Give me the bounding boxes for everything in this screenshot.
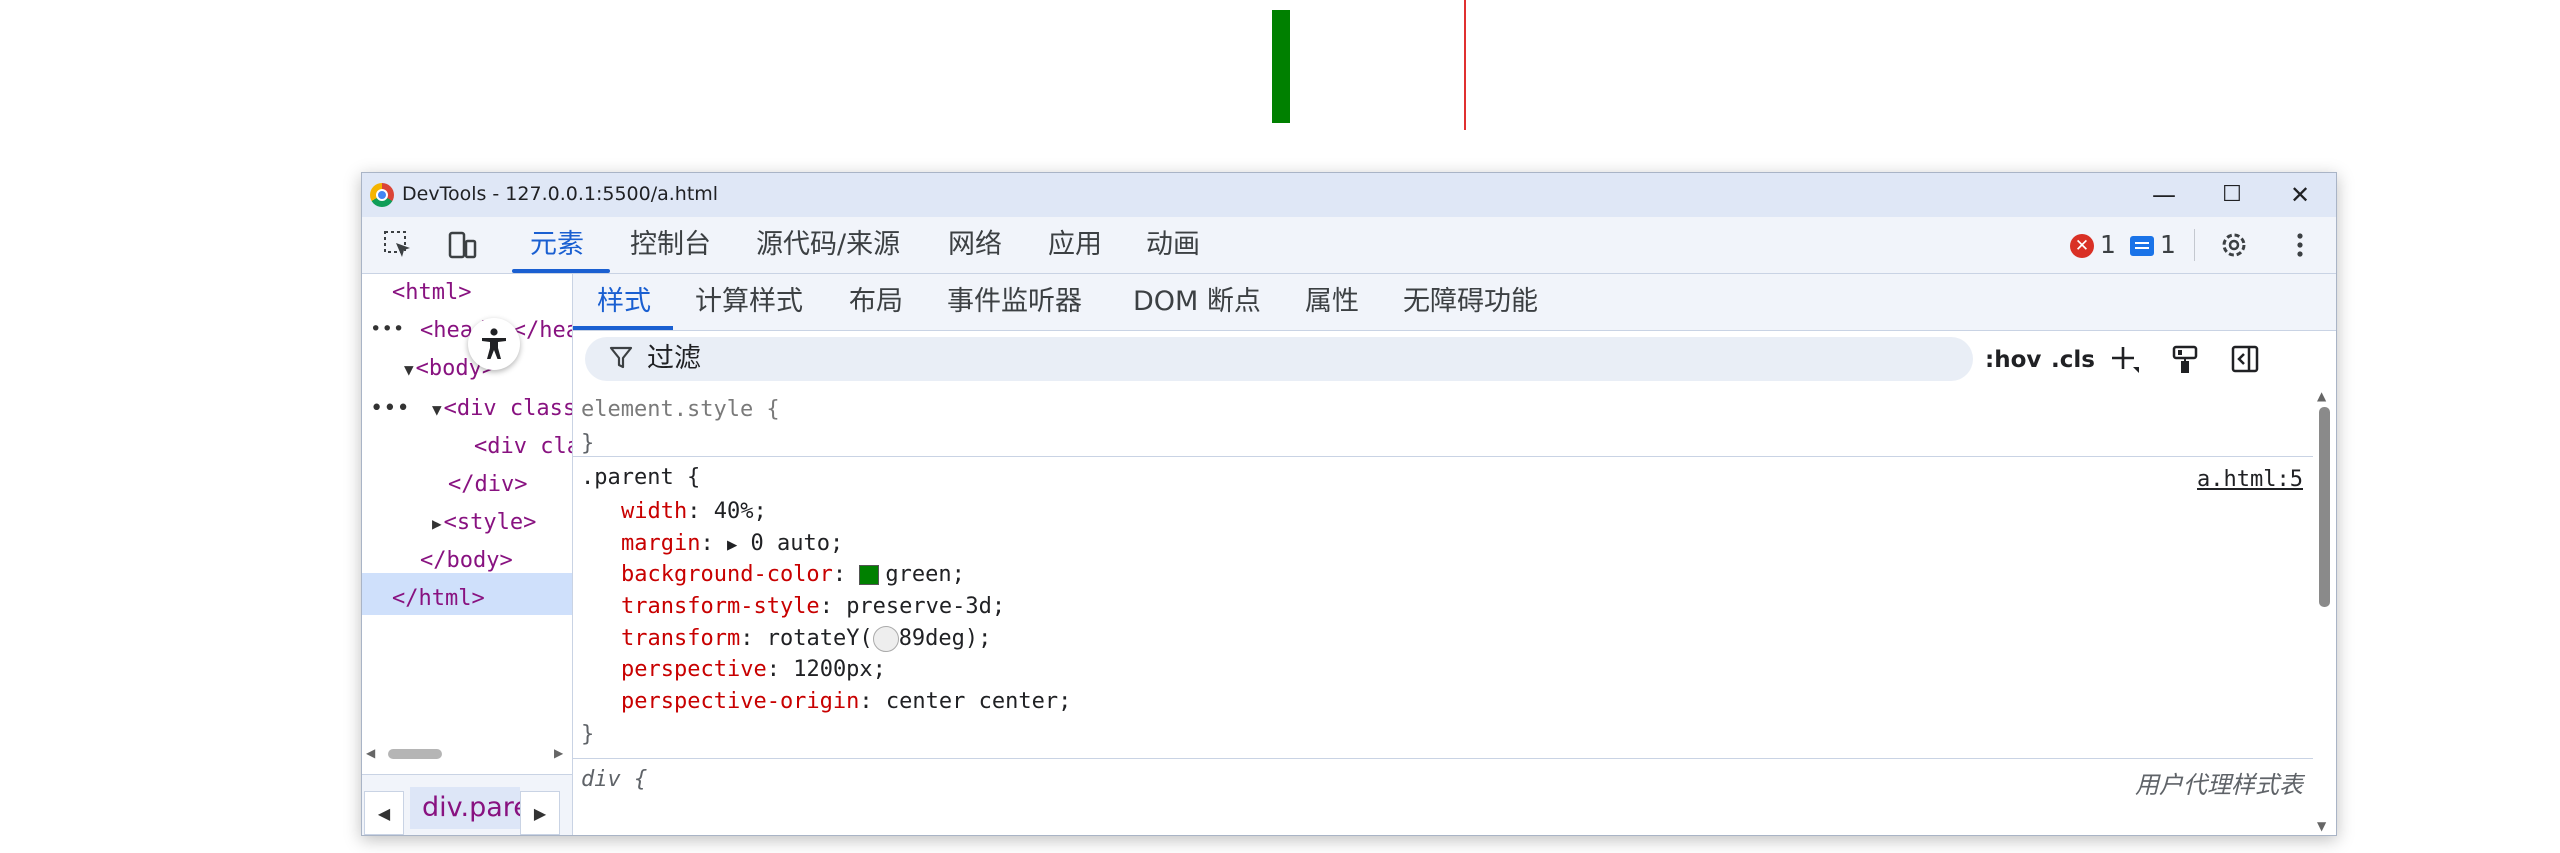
active-subtab-indicator bbox=[573, 326, 673, 330]
expand-triangle-icon[interactable]: ▼ bbox=[404, 360, 414, 379]
tab-layout[interactable]: 布局 bbox=[849, 274, 903, 330]
class-toggle[interactable]: .cls bbox=[2051, 345, 2095, 375]
angle-editor-icon[interactable] bbox=[872, 626, 899, 652]
breadcrumb: ◀ div.parent ▶ bbox=[362, 774, 572, 835]
message-count-badge[interactable]: 1 bbox=[2130, 231, 2176, 259]
tab-application[interactable]: 应用 bbox=[1048, 217, 1102, 273]
maximize-button[interactable]: ☐ bbox=[2198, 173, 2266, 217]
tab-network[interactable]: 网络 bbox=[948, 217, 1002, 273]
styles-pane: 样式 计算样式 布局 事件监听器 DOM 断点 属性 无障碍功能 过滤 :hov… bbox=[573, 274, 2336, 835]
rule-selector[interactable]: element.style { bbox=[581, 397, 780, 422]
message-icon bbox=[2130, 236, 2154, 256]
expand-triangle-icon[interactable]: ▼ bbox=[432, 400, 442, 419]
toggle-sidebar-icon[interactable] bbox=[2229, 343, 2261, 375]
title-bar[interactable]: DevTools - 127.0.0.1:5500/a.html — ☐ ✕ bbox=[362, 173, 2336, 217]
css-property[interactable]: transform-style: preserve-3d; bbox=[621, 594, 1005, 619]
dom-node-div-close[interactable]: </div> bbox=[448, 472, 527, 497]
scroll-down-icon[interactable]: ▼ bbox=[2317, 819, 2326, 833]
expand-shorthand-icon[interactable]: ▶ bbox=[727, 535, 737, 555]
breadcrumb-item[interactable]: div.parent bbox=[410, 787, 520, 829]
devtools-window: DevTools - 127.0.0.1:5500/a.html — ☐ ✕ 元… bbox=[361, 172, 2337, 836]
chrome-logo-icon bbox=[370, 183, 394, 207]
css-property[interactable]: perspective: 1200px; bbox=[621, 657, 886, 682]
device-toolbar-icon[interactable] bbox=[446, 229, 478, 261]
dom-node-div-child[interactable]: <div class="child"> bbox=[474, 434, 572, 459]
active-tab-indicator bbox=[512, 269, 610, 273]
source-link[interactable]: a.html:5 bbox=[2197, 467, 2303, 492]
error-icon: ✕ bbox=[2070, 234, 2094, 258]
green-box bbox=[1272, 10, 1290, 123]
close-button[interactable]: ✕ bbox=[2266, 173, 2334, 217]
dom-node-body-close[interactable]: </body> bbox=[420, 548, 513, 573]
css-property[interactable]: background-color: green; bbox=[621, 562, 965, 587]
main-toolbar: 元素 控制台 源代码/来源 网络 应用 动画 ✕ 1 1 bbox=[362, 217, 2336, 274]
rule-selector[interactable]: .parent { bbox=[581, 465, 700, 490]
css-property[interactable]: margin: ▶ 0 auto; bbox=[621, 531, 843, 556]
filter-input[interactable]: 过滤 bbox=[585, 337, 1973, 381]
css-property[interactable]: transform: rotateY(89deg); bbox=[621, 626, 991, 652]
filter-icon bbox=[609, 345, 633, 377]
tab-styles[interactable]: 样式 bbox=[597, 274, 651, 330]
scrollbar-thumb[interactable] bbox=[2319, 407, 2330, 607]
tab-animations[interactable]: 动画 bbox=[1146, 217, 1200, 273]
breadcrumb-right-icon[interactable]: ▶ bbox=[520, 791, 560, 835]
dom-node-actions[interactable]: ••• bbox=[370, 318, 404, 340]
tab-properties[interactable]: 属性 bbox=[1305, 274, 1359, 330]
window-title: DevTools - 127.0.0.1:5500/a.html bbox=[402, 183, 719, 205]
dom-node-html-close[interactable]: </html> bbox=[392, 586, 485, 611]
dom-tree-panel: ••• <html> <head>…</head> ▼<body> ••• ▼<… bbox=[362, 274, 573, 835]
scroll-right-icon[interactable]: ▶ bbox=[554, 746, 563, 760]
red-guide-line bbox=[1464, 0, 1466, 130]
element-style-rule: element.style { } bbox=[573, 387, 2313, 456]
tab-event-listeners[interactable]: 事件监听器 bbox=[947, 274, 1082, 330]
styles-vertical-scrollbar[interactable]: ▲ ▼ bbox=[2313, 387, 2336, 835]
tab-sources[interactable]: 源代码/来源 bbox=[756, 217, 900, 273]
rule-close-brace: } bbox=[581, 431, 595, 456]
filter-bar: 过滤 :hov .cls bbox=[573, 331, 2336, 387]
breadcrumb-left-icon[interactable]: ◀ bbox=[364, 791, 404, 835]
accessibility-icon[interactable] bbox=[468, 318, 520, 370]
css-property[interactable]: width: 40%; bbox=[621, 499, 767, 524]
minimize-button[interactable]: — bbox=[2130, 173, 2198, 217]
dom-horizontal-scrollbar[interactable]: ◀ ▶ bbox=[362, 746, 572, 762]
inspect-element-icon[interactable] bbox=[382, 229, 414, 261]
color-swatch[interactable] bbox=[859, 565, 880, 585]
parent-rule: .parent { a.html:5 width: 40%; margin: ▶… bbox=[573, 457, 2313, 755]
tab-computed[interactable]: 计算样式 bbox=[695, 274, 803, 330]
paint-brush-icon[interactable] bbox=[2169, 343, 2201, 375]
tab-dom-breakpoints[interactable]: DOM 断点 bbox=[1133, 274, 1261, 330]
new-rule-icon[interactable] bbox=[2109, 343, 2141, 375]
tab-accessibility[interactable]: 无障碍功能 bbox=[1403, 274, 1538, 330]
dom-node-style[interactable]: ▶<style> bbox=[432, 510, 536, 535]
sidebar-tabs: 样式 计算样式 布局 事件监听器 DOM 断点 属性 无障碍功能 bbox=[573, 274, 2336, 331]
dom-node-html[interactable]: <html> bbox=[392, 280, 471, 305]
node-menu-dots[interactable]: ••• bbox=[370, 396, 410, 421]
kebab-menu-icon[interactable] bbox=[2284, 229, 2316, 261]
collapse-triangle-icon[interactable]: ▶ bbox=[432, 514, 442, 533]
filter-placeholder: 过滤 bbox=[647, 343, 701, 374]
rule-close-brace: } bbox=[581, 722, 595, 747]
error-count-badge[interactable]: ✕ 1 bbox=[2070, 231, 2116, 259]
scroll-left-icon[interactable]: ◀ bbox=[366, 746, 375, 760]
gear-icon[interactable] bbox=[2218, 229, 2250, 261]
scrollbar-thumb[interactable] bbox=[388, 749, 442, 759]
scroll-up-icon[interactable]: ▲ bbox=[2317, 389, 2326, 403]
tab-elements[interactable]: 元素 bbox=[530, 217, 584, 273]
css-property[interactable]: perspective-origin: center center; bbox=[621, 689, 1071, 714]
tab-console[interactable]: 控制台 bbox=[630, 217, 711, 273]
dom-node-div-parent[interactable]: ▼<div class="parent"> bbox=[432, 396, 572, 421]
user-agent-stylesheet-label: 用户代理样式表 bbox=[2135, 771, 2303, 799]
hover-state-toggle[interactable]: :hov bbox=[1985, 345, 2041, 375]
toolbar-divider bbox=[2194, 229, 2195, 261]
rule-selector[interactable]: div { bbox=[581, 767, 647, 792]
user-agent-rule: div { 用户代理样式表 bbox=[573, 759, 2313, 835]
